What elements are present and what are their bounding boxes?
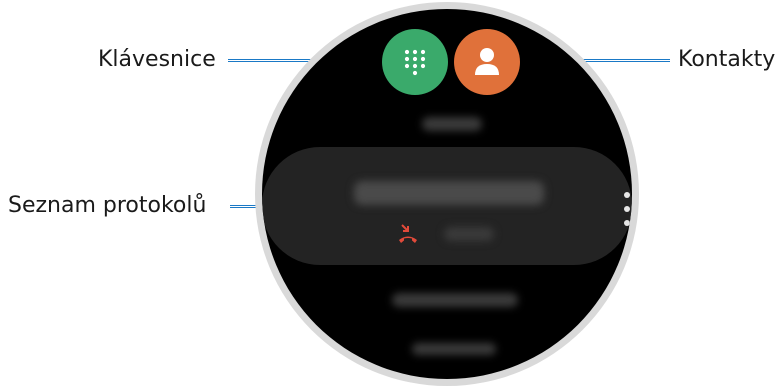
- blurred-contact-name: [354, 181, 544, 205]
- dialpad-icon: [403, 48, 427, 76]
- person-icon: [474, 46, 500, 76]
- contacts-callout-label: Kontakty: [678, 47, 776, 72]
- keypad-callout-label: Klávesnice: [98, 47, 216, 72]
- blurred-call-time: [444, 227, 494, 241]
- blurred-row: [412, 343, 496, 355]
- watch-bezel: [255, 2, 639, 386]
- missed-call-icon: [396, 222, 420, 246]
- more-options-icon[interactable]: [623, 192, 631, 228]
- contacts-button[interactable]: [454, 29, 520, 95]
- watch-screen: [262, 9, 632, 379]
- blurred-row: [392, 293, 518, 307]
- blurred-row: [422, 117, 482, 131]
- logs-callout-label: Seznam protokolů: [8, 193, 207, 218]
- call-log-card[interactable]: [262, 147, 632, 265]
- keypad-button[interactable]: [382, 29, 448, 95]
